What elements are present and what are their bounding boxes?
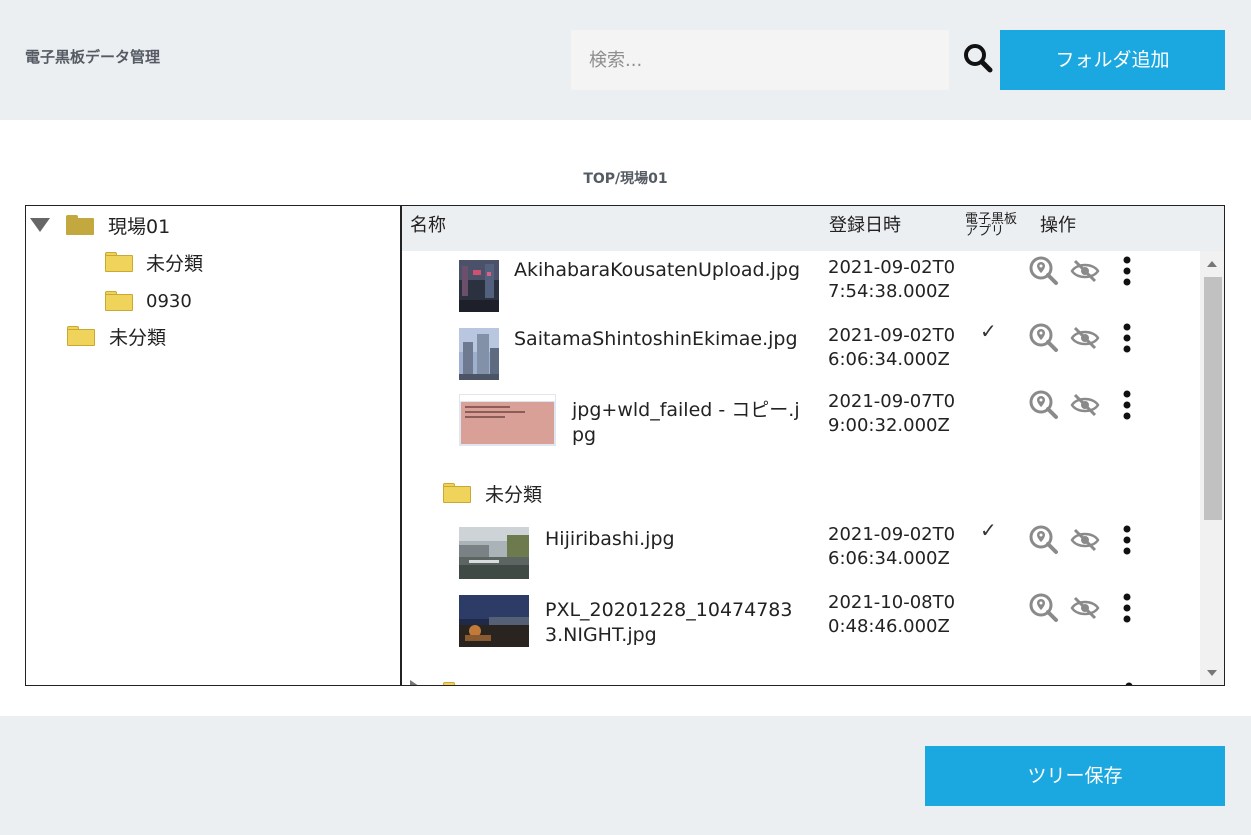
thumbnail-image — [459, 394, 556, 446]
collapsed-folder-row[interactable] — [402, 676, 1200, 685]
locate-zoom-icon[interactable] — [1029, 390, 1059, 420]
tree-item-label: 未分類 — [109, 326, 167, 349]
list-scrollbar[interactable] — [1200, 251, 1224, 685]
more-icon[interactable] — [1122, 390, 1132, 420]
column-ops: 操作 — [1040, 215, 1076, 236]
expand-triangle-icon[interactable] — [410, 680, 422, 685]
tree-item-label: 0930 — [146, 290, 192, 312]
add-folder-button[interactable]: フォルダ追加 — [1000, 30, 1225, 90]
scrollbar-thumb[interactable] — [1204, 277, 1222, 520]
eye-off-icon[interactable] — [1070, 323, 1100, 353]
more-icon[interactable] — [1124, 682, 1134, 685]
locate-zoom-icon[interactable] — [1029, 593, 1059, 623]
file-date: 2021-09-02T06:06:34.000Z — [828, 325, 956, 370]
eye-off-icon[interactable] — [1070, 525, 1100, 555]
column-name: 名称 — [410, 215, 446, 236]
more-icon[interactable] — [1122, 525, 1132, 555]
locate-zoom-icon[interactable] — [1029, 256, 1059, 286]
breadcrumb: TOP/現場01 — [583, 171, 668, 187]
search-input[interactable] — [571, 30, 949, 90]
scroll-down-arrow-icon[interactable] — [1207, 670, 1217, 676]
more-icon[interactable] — [1122, 593, 1132, 623]
file-list: 名称 登録日時 電子黒板 アプリ 操作 AkihabaraKousatenUpl… — [400, 205, 1225, 686]
file-name[interactable]: PXL_20201228_104747833.NIGHT.jpg — [545, 598, 805, 648]
tree-item-label: 現場01 — [108, 215, 171, 238]
app-header: 電子黒板データ管理 フォルダ追加 — [0, 0, 1251, 120]
tree-item-label: 未分類 — [146, 252, 204, 275]
column-date: 登録日時 — [829, 215, 901, 236]
thumbnail-image — [459, 328, 499, 380]
more-icon[interactable] — [1122, 256, 1132, 286]
app-check: ✓ — [980, 518, 997, 542]
subfolder-label: 未分類 — [485, 483, 543, 506]
thumbnail-image — [459, 260, 499, 312]
save-tree-button[interactable]: ツリー保存 — [925, 746, 1225, 806]
tree-item-mibunrui-root[interactable]: 未分類 — [67, 321, 166, 351]
list-header: 名称 登録日時 電子黒板 アプリ 操作 — [402, 206, 1224, 251]
more-icon[interactable] — [1122, 323, 1132, 353]
file-date: 2021-09-02T07:54:38.000Z — [828, 257, 956, 302]
file-date: 2021-09-02T06:06:34.000Z — [828, 524, 956, 569]
thumbnail-image — [459, 595, 529, 647]
file-date: 2021-10-08T00:48:46.000Z — [828, 592, 956, 637]
tree-item-0930[interactable]: 0930 — [105, 286, 192, 316]
app-footer: ツリー保存 — [0, 716, 1251, 835]
file-name[interactable]: jpg+wld_failed - コピー.jpg — [572, 398, 802, 448]
file-name[interactable]: Hijiribashi.jpg — [545, 527, 805, 552]
file-name[interactable]: AkihabaraKousatenUpload.jpg — [514, 258, 804, 283]
folder-icon — [66, 215, 94, 235]
locate-zoom-icon[interactable] — [1029, 525, 1059, 555]
folder-icon — [443, 483, 471, 503]
search-icon[interactable] — [962, 42, 994, 74]
folder-icon — [105, 252, 133, 272]
expand-triangle-icon[interactable] — [30, 218, 50, 232]
scroll-up-arrow-icon[interactable] — [1207, 261, 1217, 267]
column-app-line2: アプリ — [965, 224, 1005, 239]
app-title: 電子黒板データ管理 — [25, 48, 161, 66]
column-app: 電子黒板 アプリ — [965, 213, 1017, 239]
locate-zoom-icon[interactable] — [1029, 323, 1059, 353]
tree-item-genba01[interactable]: 現場01 — [30, 210, 170, 240]
app-check: ✓ — [980, 319, 997, 343]
eye-off-icon[interactable] — [1070, 256, 1100, 286]
tree-item-mibunrui[interactable]: 未分類 — [105, 247, 203, 277]
thumbnail-image — [459, 527, 529, 579]
file-date: 2021-09-07T09:00:32.000Z — [828, 391, 956, 436]
folder-icon — [443, 682, 471, 685]
eye-off-icon[interactable] — [1070, 593, 1100, 623]
subfolder-row[interactable]: 未分類 — [402, 473, 1200, 513]
file-name[interactable]: SaitamaShintoshinEkimae.jpg — [514, 327, 804, 352]
folder-icon — [67, 326, 95, 346]
folder-icon — [105, 291, 133, 311]
folder-tree: 現場01 未分類 0930 未分類 — [25, 205, 401, 686]
eye-off-icon[interactable] — [1070, 390, 1100, 420]
